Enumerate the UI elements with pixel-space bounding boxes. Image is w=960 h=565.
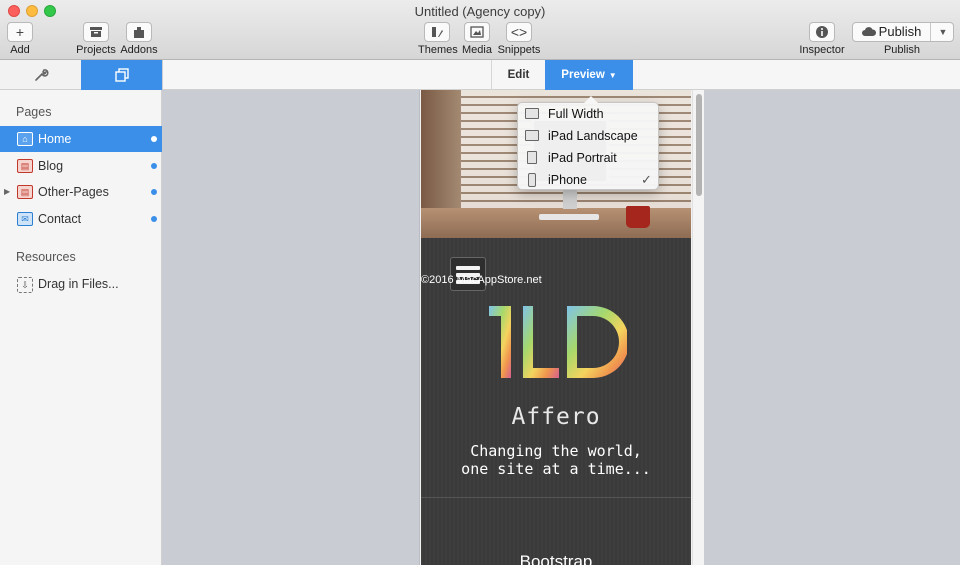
page-icon: ▤ — [17, 159, 33, 173]
page-status-dot — [151, 216, 157, 222]
menu-item-label: iPad Landscape — [548, 129, 638, 143]
site-content: ©2016 MacAppStore.net Affero Changing th… — [421, 238, 691, 565]
addons-label: Addons — [120, 44, 158, 56]
preview-device-menu: Full Width iPad Landscape iPad Portrait … — [517, 96, 659, 191]
resource-drop-zone[interactable]: ⇩ Drag in Files... — [0, 271, 162, 297]
sidebar-item-label: Contact — [38, 212, 82, 226]
tagline-line: one site at a time... — [461, 460, 651, 478]
edit-mode-label: Edit — [507, 69, 530, 81]
resources-section-title: Resources — [16, 250, 76, 264]
page-icon: ▤ — [17, 185, 33, 199]
section-heading: Bootstrap — [519, 552, 593, 565]
menu-item-label: iPad Portrait — [548, 151, 617, 165]
menu-item-label: Full Width — [548, 107, 604, 121]
archive-icon — [83, 22, 109, 42]
disclosure-triangle-icon[interactable]: ▶ — [4, 179, 10, 205]
plus-icon: + — [7, 22, 33, 42]
menu-item-ipad-landscape[interactable]: iPad Landscape — [518, 125, 658, 147]
window-toolbar: Untitled (Agency copy) + Add Projects Ad… — [0, 0, 960, 60]
addons-button[interactable]: Addons — [120, 22, 158, 56]
pages-section-title: Pages — [16, 105, 52, 119]
projects-button[interactable]: Projects — [76, 22, 116, 56]
sidebar-item-label: Other-Pages — [38, 185, 109, 199]
snippets-button[interactable]: <> Snippets — [497, 22, 541, 56]
page-status-dot — [151, 163, 157, 169]
sidebar-tabs — [0, 60, 162, 90]
ipad-landscape-icon — [525, 130, 539, 141]
checkmark-icon: ✓ — [641, 172, 652, 187]
pages-icon — [114, 68, 129, 82]
preview-mode-label: Preview — [561, 69, 605, 81]
menu-item-ipad-portrait[interactable]: iPad Portrait — [518, 147, 658, 169]
preview-mode-button[interactable]: Preview ▼ — [545, 60, 633, 90]
mail-icon: ✉ — [17, 212, 33, 226]
keyboard-graphic — [539, 214, 599, 220]
inspector-label: Inspector — [799, 44, 845, 56]
image-icon — [464, 22, 490, 42]
sidebar-item-home[interactable]: ⌂ Home — [0, 126, 162, 152]
media-label: Media — [462, 44, 492, 56]
publish-button-group: Publish ▼ — [852, 22, 954, 42]
popover-arrow — [584, 96, 598, 103]
file-drop-icon: ⇩ — [17, 277, 33, 293]
media-button[interactable]: Media — [462, 22, 492, 56]
publish-button-label: Publish — [878, 24, 922, 39]
page-status-dot — [151, 136, 157, 142]
brush-icon — [424, 22, 450, 42]
puzzle-icon — [126, 22, 152, 42]
chevron-down-icon: ▼ — [608, 71, 617, 80]
add-button[interactable]: + Add — [6, 22, 34, 56]
code-icon: <> — [506, 22, 532, 42]
preview-scrollbar[interactable] — [692, 90, 704, 565]
watermark: ©2016 MacAppStore.net — [421, 274, 542, 286]
menu-item-full-width[interactable]: Full Width — [518, 103, 658, 125]
home-page-icon: ⌂ — [17, 132, 33, 146]
iphone-icon — [528, 173, 536, 187]
sidebar-item-label: Home — [38, 132, 72, 146]
chevron-down-icon: ▼ — [938, 27, 948, 37]
themes-label: Themes — [418, 44, 458, 56]
sidebar: Pages ⌂ Home ▤ Blog ▶ ▤ Other-Pages ✉ Co… — [0, 60, 162, 565]
site-logo — [489, 306, 627, 378]
cloud-icon — [861, 27, 876, 36]
section-divider — [421, 497, 691, 498]
info-icon — [809, 22, 835, 42]
site-tagline: Changing the world, one site at a time..… — [421, 442, 691, 478]
monitor-icon — [525, 108, 539, 119]
projects-label: Projects — [76, 44, 116, 56]
publish-menu-button[interactable]: ▼ — [932, 23, 954, 41]
desk-graphic — [421, 208, 691, 238]
wrench-icon — [34, 69, 49, 81]
publish-button[interactable]: Publish — [853, 23, 931, 41]
resource-label: Drag in Files... — [38, 277, 119, 291]
sidebar-item-contact[interactable]: ✉ Contact — [0, 206, 162, 232]
mode-bar: Edit Preview ▼ — [163, 60, 960, 90]
mug-graphic — [626, 206, 650, 228]
sidebar-item-blog[interactable]: ▤ Blog — [0, 153, 162, 179]
menu-item-iphone[interactable]: iPhone ✓ — [518, 169, 658, 191]
scrollbar-thumb[interactable] — [696, 94, 702, 196]
add-label: Add — [10, 44, 30, 56]
sidebar-item-label: Blog — [38, 159, 64, 173]
sidebar-item-other-pages[interactable]: ▶ ▤ Other-Pages — [0, 179, 162, 205]
tagline-line: Changing the world, — [470, 442, 642, 460]
publish-label: Publish — [883, 44, 921, 56]
edit-mode-button[interactable]: Edit — [491, 60, 545, 90]
tab-pages[interactable] — [81, 60, 162, 90]
menu-item-label: iPhone — [548, 173, 587, 187]
ipad-portrait-icon — [527, 151, 537, 164]
themes-button[interactable]: Themes — [418, 22, 458, 56]
tab-settings[interactable] — [0, 60, 81, 90]
window-title: Untitled (Agency copy) — [414, 4, 546, 19]
inspector-button[interactable]: Inspector — [798, 22, 846, 56]
site-name: Affero — [511, 404, 601, 430]
page-status-dot — [151, 189, 157, 195]
snippets-label: Snippets — [497, 44, 541, 56]
